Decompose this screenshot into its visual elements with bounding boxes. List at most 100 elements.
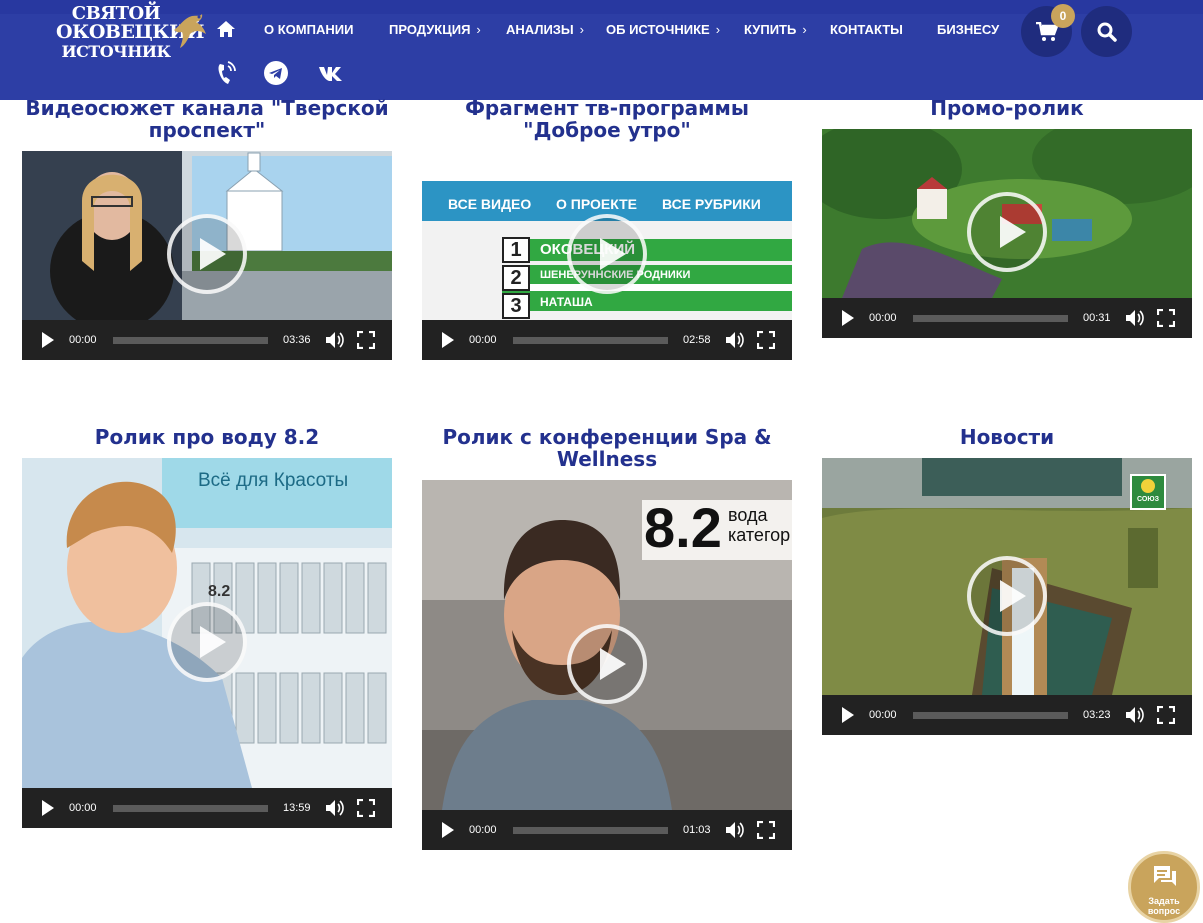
- progress-bar[interactable]: [913, 315, 1068, 322]
- video-player[interactable]: 00:00 03:36: [22, 151, 392, 360]
- video-controls: 00:00 01:03: [422, 810, 792, 850]
- play-button[interactable]: [842, 310, 854, 326]
- video-player[interactable]: ВСЕ ВИДЕО О ПРОЕКТЕ ВСЕ РУБРИКИ 1 ОКОВЕЦ…: [422, 151, 792, 360]
- play-button[interactable]: [842, 707, 854, 723]
- video-controls: 00:00 13:59: [22, 788, 392, 828]
- fullscreen-icon[interactable]: [1157, 706, 1175, 724]
- chat-label-line: вопрос: [1147, 906, 1181, 916]
- bird-logo-icon: [174, 14, 206, 48]
- vk-icon[interactable]: [317, 60, 347, 86]
- site-header: СВЯТОЙ ОКОВЕЦКИЙ ИСТОЧНИК О КОМПАНИИ ПРО…: [0, 0, 1203, 100]
- nav-item-analyses[interactable]: АНАЛИЗЫ ›: [506, 22, 584, 37]
- video-title: Ролик про воду 8.2: [94, 425, 320, 449]
- chevron-right-icon: ›: [476, 22, 481, 37]
- search-icon: [1097, 22, 1117, 42]
- current-time: 00:00: [869, 312, 897, 324]
- channel-logo: СОЮЗ: [1130, 474, 1166, 510]
- video-title: Фрагмент тв-программы "Доброе утро": [465, 96, 749, 142]
- volume-icon[interactable]: [1125, 309, 1145, 327]
- chat-label-line: Задать: [1148, 896, 1180, 906]
- logo-text: СВЯТОЙ ОКОВЕЦКИЙ ИСТОЧНИК: [56, 4, 204, 61]
- progress-bar[interactable]: [913, 712, 1068, 719]
- cart-count-badge: 0: [1051, 4, 1075, 28]
- video-title: Промо-ролик: [930, 96, 1084, 120]
- volume-icon[interactable]: [725, 331, 745, 349]
- fullscreen-icon[interactable]: [357, 799, 375, 817]
- play-overlay-button[interactable]: [167, 214, 247, 294]
- play-overlay-button[interactable]: [567, 624, 647, 704]
- telegram-icon[interactable]: [263, 60, 289, 86]
- thumb-sign-text: Всё для Красоты: [198, 470, 349, 491]
- video-card: Ролик с конференции Spa & Wellness 8.2 в…: [422, 426, 792, 850]
- search-button[interactable]: [1081, 6, 1132, 57]
- chat-bubbles-icon: [1154, 866, 1176, 886]
- video-player[interactable]: 8.2 вода категор 00:00 01:03: [422, 480, 792, 850]
- video-player[interactable]: СОЮЗ 00:00 03:23: [822, 458, 1192, 735]
- play-overlay-button[interactable]: [567, 214, 647, 294]
- video-title: Видеосюжет канала "Тверской проспект": [25, 96, 389, 142]
- duration: 02:58: [683, 334, 711, 346]
- video-controls: 00:00 03:36: [22, 320, 392, 360]
- rank-number: 1: [502, 237, 530, 263]
- thumb-sign-small: категор: [728, 525, 791, 545]
- video-card: Ролик про воду 8.2 Всё для Красоты 8.2 0…: [22, 426, 392, 828]
- fullscreen-icon[interactable]: [757, 821, 775, 839]
- video-title: Новости: [959, 425, 1055, 449]
- progress-bar[interactable]: [113, 805, 268, 812]
- thumb-menu-item: ВСЕ РУБРИКИ: [662, 196, 761, 212]
- rank-number: 3: [502, 293, 530, 319]
- site-logo[interactable]: СВЯТОЙ ОКОВЕЦКИЙ ИСТОЧНИК: [52, 4, 212, 64]
- play-button[interactable]: [442, 822, 454, 838]
- home-icon[interactable]: [216, 20, 236, 38]
- progress-bar[interactable]: [513, 827, 668, 834]
- chat-label: Задать вопрос: [1131, 896, 1197, 916]
- video-controls: 00:00 02:58: [422, 320, 792, 360]
- rank-number: 2: [502, 265, 530, 291]
- video-controls: 00:00 00:31: [822, 298, 1192, 338]
- thumb-menu-item: ВСЕ ВИДЕО: [448, 196, 532, 212]
- channel-logo-text: СОЮЗ: [1137, 496, 1159, 503]
- nav-item-company[interactable]: О КОМПАНИИ: [264, 22, 353, 37]
- nav-item-products[interactable]: ПРОДУКЦИЯ ›: [389, 22, 481, 37]
- video-card: Новости СОЮЗ 00:00 03:23: [822, 426, 1192, 735]
- play-overlay-button[interactable]: [167, 602, 247, 682]
- progress-bar[interactable]: [513, 337, 668, 344]
- chevron-right-icon: ›: [802, 22, 807, 37]
- volume-icon[interactable]: [325, 331, 345, 349]
- fullscreen-icon[interactable]: [1157, 309, 1175, 327]
- phone-icon[interactable]: [216, 60, 236, 86]
- chevron-right-icon: ›: [579, 22, 585, 37]
- play-overlay-button[interactable]: [967, 556, 1047, 636]
- duration: 03:36: [283, 334, 311, 346]
- nav-item-source[interactable]: ОБ ИСТОЧНИКЕ ›: [606, 22, 720, 37]
- volume-icon[interactable]: [1125, 706, 1145, 724]
- play-button[interactable]: [42, 800, 54, 816]
- nav-item-contacts[interactable]: КОНТАКТЫ: [830, 22, 903, 37]
- duration: 00:31: [1083, 312, 1111, 324]
- progress-bar[interactable]: [113, 337, 268, 344]
- current-time: 00:00: [469, 824, 497, 836]
- nav-item-buy[interactable]: КУПИТЬ ›: [744, 22, 807, 37]
- video-card: Видеосюжет канала "Тверской проспект" 00…: [22, 97, 392, 360]
- thumb-sign-small: вода: [728, 505, 768, 525]
- thumb-bottle-label: 8.2: [208, 583, 231, 600]
- play-overlay-button[interactable]: [967, 192, 1047, 272]
- thumb-menu: ВСЕ ВИДЕО О ПРОЕКТЕ ВСЕ РУБРИКИ: [448, 196, 768, 212]
- nav-item-business[interactable]: БИЗНЕСУ: [937, 22, 999, 37]
- duration: 01:03: [683, 824, 711, 836]
- ask-question-button[interactable]: Задать вопрос: [1128, 851, 1200, 923]
- play-button[interactable]: [442, 332, 454, 348]
- current-time: 00:00: [469, 334, 497, 346]
- chevron-right-icon: ›: [715, 22, 721, 37]
- fullscreen-icon[interactable]: [357, 331, 375, 349]
- fullscreen-icon[interactable]: [757, 331, 775, 349]
- current-time: 00:00: [869, 709, 897, 721]
- video-player[interactable]: 00:00 00:31: [822, 129, 1192, 338]
- volume-icon[interactable]: [325, 799, 345, 817]
- thumb-menu-item: О ПРОЕКТЕ: [556, 196, 638, 212]
- play-button[interactable]: [42, 332, 54, 348]
- volume-icon[interactable]: [725, 821, 745, 839]
- video-player[interactable]: Всё для Красоты 8.2 00:00 13:59: [22, 458, 392, 828]
- logo-line-2: ОКОВЕЦКИЙ: [56, 21, 204, 43]
- current-time: 00:00: [69, 334, 97, 346]
